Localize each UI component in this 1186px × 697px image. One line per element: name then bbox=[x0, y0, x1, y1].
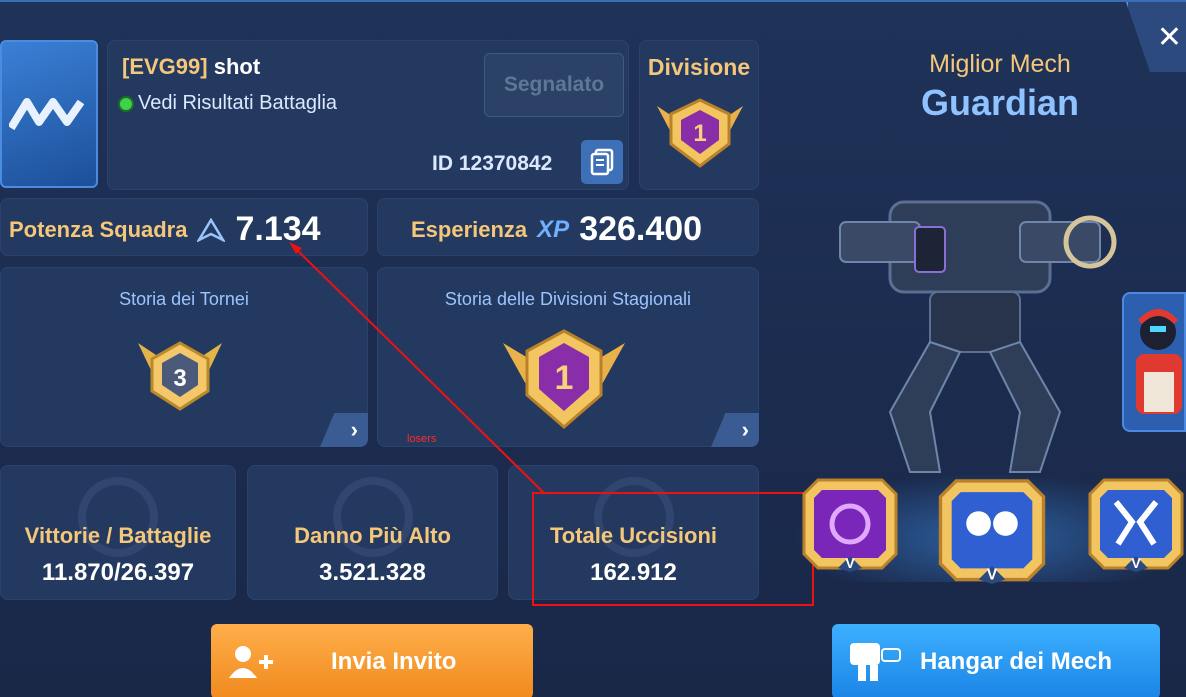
module-1-grade: V bbox=[845, 555, 855, 571]
tournament-history-title: Storia dei Tornei bbox=[119, 289, 249, 309]
division-rank: 1 bbox=[693, 120, 706, 147]
player-id: ID 12370842 bbox=[432, 152, 553, 175]
module-3-grade: V bbox=[1131, 555, 1141, 571]
close-button[interactable]: ✕ bbox=[1126, 2, 1186, 72]
player-info-panel: [EVG99] shot Vedi Risultati Battaglia Se… bbox=[107, 40, 629, 190]
battle-results-link[interactable]: Vedi Risultati Battaglia bbox=[120, 92, 337, 115]
module-1-icon[interactable]: V bbox=[800, 472, 900, 572]
send-invite-label: Invia Invito bbox=[331, 647, 457, 675]
highest-damage-panel: Danno Più Alto 3.521.328 bbox=[247, 465, 498, 600]
send-invite-button[interactable]: Invia Invito bbox=[211, 624, 533, 697]
seasonal-rank: 1 bbox=[555, 359, 574, 397]
logo-icon bbox=[9, 98, 85, 131]
mech-hangar-button[interactable]: Hangar dei Mech bbox=[832, 624, 1160, 697]
report-button[interactable]: Segnalato bbox=[484, 53, 624, 117]
chevron-right-icon: › bbox=[741, 417, 749, 442]
division-title: Divisione bbox=[647, 54, 751, 80]
highest-damage-value: 3.521.328 bbox=[319, 559, 426, 586]
mech-image[interactable] bbox=[820, 172, 1120, 492]
copy-icon bbox=[590, 148, 614, 176]
tournament-history-arrow[interactable]: › bbox=[320, 413, 368, 447]
clan-tag: [EVG99] bbox=[122, 54, 208, 79]
seasonal-history-arrow[interactable]: › bbox=[711, 413, 759, 447]
annotation-losers: losers bbox=[407, 433, 437, 445]
experience-label: Esperienza bbox=[411, 216, 528, 242]
tournament-history-panel[interactable]: Storia dei Tornei 3 › bbox=[0, 267, 368, 447]
wins-battles-label: Vittorie / Battaglie bbox=[24, 523, 212, 548]
power-icon bbox=[197, 217, 226, 242]
close-icon: ✕ bbox=[1156, 21, 1182, 54]
seasonal-badge-icon: 1 bbox=[503, 329, 625, 429]
xp-icon: XP bbox=[537, 215, 570, 243]
chevron-right-icon: › bbox=[350, 417, 358, 442]
wins-battles-value: 11.870/26.397 bbox=[41, 559, 195, 586]
module-3-icon[interactable]: V bbox=[1086, 472, 1186, 572]
highest-damage-label: Danno Più Alto bbox=[294, 523, 451, 548]
hangar-mech-icon bbox=[850, 642, 901, 681]
tournament-rank: 3 bbox=[173, 365, 186, 392]
module-2-icon[interactable]: V bbox=[936, 472, 1048, 584]
pilot-portrait-icon bbox=[1136, 309, 1182, 414]
seasonal-division-history-panel[interactable]: Storia delle Divisioni Stagionali 1 lose… bbox=[377, 267, 759, 447]
mech-hangar-label: Hangar dei Mech bbox=[920, 647, 1113, 675]
pilot-card[interactable] bbox=[1122, 292, 1186, 432]
team-power-label: Potenza Squadra bbox=[9, 216, 188, 242]
best-mech-name: Guardian bbox=[920, 82, 1080, 123]
battle-results-label: Vedi Risultati Battaglia bbox=[138, 92, 338, 114]
division-badge-icon: 1 bbox=[657, 98, 743, 168]
player-avatar bbox=[0, 40, 98, 188]
seasonal-history-title: Storia delle Divisioni Stagionali bbox=[444, 289, 692, 309]
module-2-grade: V bbox=[987, 567, 998, 584]
division-panel[interactable]: Divisione 1 bbox=[639, 40, 759, 190]
player-nickname: shot bbox=[213, 54, 261, 79]
online-status-icon bbox=[120, 97, 132, 110]
wins-battles-panel: Vittorie / Battaglie 11.870/26.397 bbox=[0, 465, 236, 600]
add-friend-icon bbox=[229, 645, 273, 678]
copy-id-button[interactable] bbox=[581, 140, 623, 184]
experience-value: 326.400 bbox=[579, 210, 703, 248]
profile-window: ✕ [EVG99] shot Vedi Risultati Battaglia … bbox=[0, 0, 1186, 697]
team-power-value: 7.134 bbox=[235, 210, 321, 248]
experience-panel: Esperienza XP 326.400 bbox=[377, 198, 759, 256]
team-power-panel: Potenza Squadra 7.134 bbox=[0, 198, 368, 256]
annotation-highlight-box bbox=[532, 492, 814, 606]
tournament-badge-icon: 3 bbox=[138, 341, 222, 411]
player-name: [EVG99] shot bbox=[122, 54, 260, 80]
best-mech-label: Miglior Mech bbox=[929, 50, 1071, 78]
